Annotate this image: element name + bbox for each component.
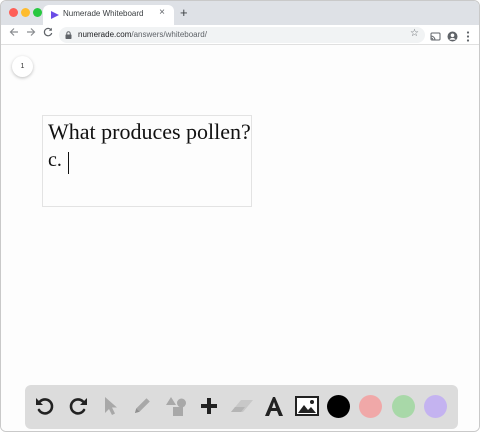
text-box[interactable]: What produces pollen? c.: [42, 115, 252, 207]
close-window-button[interactable]: [9, 8, 18, 17]
undo-icon[interactable]: [30, 391, 60, 421]
bookmark-star-icon[interactable]: ☆: [410, 28, 419, 39]
tool-palette: [25, 385, 458, 429]
url-domain: numerade.com: [78, 30, 132, 39]
text-caret: [68, 152, 69, 174]
color-swatch-pink[interactable]: [359, 395, 382, 418]
plus-icon[interactable]: [194, 391, 224, 421]
title-bar: Numerade Whiteboard × +: [1, 1, 479, 26]
back-arrow-icon[interactable]: [9, 27, 19, 40]
new-tab-button[interactable]: +: [180, 6, 188, 19]
eraser-icon[interactable]: [227, 391, 257, 421]
lock-icon: [65, 31, 72, 39]
forward-arrow-icon[interactable]: [26, 27, 36, 40]
color-swatch-green[interactable]: [392, 395, 415, 418]
browser-window: Numerade Whiteboard × + numerade.com/ans…: [0, 0, 480, 432]
reload-icon[interactable]: [43, 27, 53, 40]
page-number-button[interactable]: 1: [12, 56, 33, 77]
numerade-favicon-icon: [51, 11, 59, 19]
maximize-window-button[interactable]: [33, 8, 42, 17]
redo-icon[interactable]: [63, 391, 93, 421]
kebab-menu-icon[interactable]: [466, 29, 470, 47]
shapes-icon[interactable]: [161, 391, 191, 421]
minimize-window-button[interactable]: [21, 8, 30, 17]
tab-title: Numerade Whiteboard: [63, 9, 144, 18]
color-swatch-lavender[interactable]: [424, 395, 447, 418]
url-text: numerade.com/answers/whiteboard/: [78, 30, 207, 39]
address-bar[interactable]: numerade.com/answers/whiteboard/ ☆: [59, 27, 425, 43]
whiteboard-canvas[interactable]: 1 What produces pollen? c.: [1, 46, 479, 431]
browser-toolbar: numerade.com/answers/whiteboard/ ☆: [1, 25, 479, 47]
browser-tab[interactable]: Numerade Whiteboard ×: [43, 5, 174, 26]
image-icon[interactable]: [292, 391, 322, 421]
question-text: What produces pollen?: [48, 119, 251, 144]
tab-close-icon[interactable]: ×: [159, 8, 165, 18]
url-path: /answers/whiteboard/: [131, 30, 207, 39]
pencil-icon[interactable]: [127, 391, 157, 421]
select-pointer-icon[interactable]: [95, 391, 125, 421]
cast-icon[interactable]: [430, 29, 441, 47]
answer-text[interactable]: c.: [48, 149, 62, 172]
color-swatch-black[interactable]: [327, 395, 350, 418]
text-tool-icon[interactable]: [259, 391, 289, 421]
profile-avatar-icon[interactable]: [447, 29, 458, 47]
